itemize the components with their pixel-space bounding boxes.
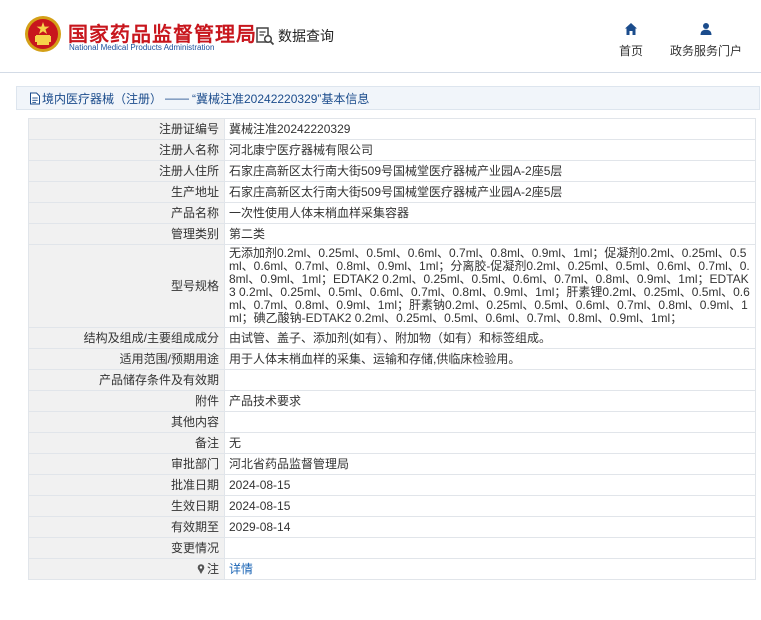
row-value: 2029-08-14 (224, 516, 756, 538)
row-label: 其他内容 (28, 411, 225, 433)
table-row: 型号规格 无添加剂0.2ml、0.25ml、0.5ml、0.6ml、0.7ml、… (28, 244, 756, 328)
breadcrumb: 境内医疗器械（注册） —— “冀械注准20242220329”基本信息 (16, 86, 760, 110)
row-label: 注 (206, 562, 219, 576)
note-label-cell: 注 (28, 558, 225, 580)
row-label: 生效日期 (28, 495, 225, 517)
brand-subtitle: National Medical Products Administration (69, 43, 215, 52)
table-row: 注 详情 (28, 558, 756, 580)
data-query-label: 数据查询 (278, 28, 334, 44)
row-label: 结构及组成/主要组成成分 (28, 327, 225, 349)
nav-service-portal-label: 政务服务门户 (669, 44, 742, 58)
row-label: 附件 (28, 390, 225, 412)
table-row: 生效日期 2024-08-15 (28, 495, 756, 517)
home-icon (625, 23, 637, 35)
row-label: 产品名称 (28, 202, 225, 224)
breadcrumb-current: “冀械注准20242220329”基本信息 (192, 91, 370, 106)
table-row: 其他内容 (28, 411, 756, 433)
row-label: 生产地址 (28, 181, 225, 203)
row-label: 备注 (28, 432, 225, 454)
row-value: 第二类 (224, 223, 756, 245)
row-label: 注册人名称 (28, 139, 225, 161)
row-label: 批准日期 (28, 474, 225, 496)
row-value (224, 411, 756, 433)
row-value: 河北省药品监督管理局 (224, 453, 756, 475)
nav-home-label: 首页 (618, 44, 643, 58)
table-row: 产品名称 一次性使用人体末梢血样采集容器 (28, 202, 756, 224)
header-divider (0, 72, 761, 73)
data-query-link[interactable]: 数据查询 (255, 26, 334, 46)
nav-service-portal[interactable]: 政务服务门户 (666, 22, 746, 59)
table-row: 生产地址 石家庄高新区太行南大街509号国械堂医疗器械产业园A-2座5层 (28, 181, 756, 203)
details-link[interactable]: 详情 (229, 562, 253, 576)
table-row: 注册人住所 石家庄高新区太行南大街509号国械堂医疗器械产业园A-2座5层 (28, 160, 756, 182)
row-value: 无 (224, 432, 756, 454)
info-marker-icon (197, 564, 205, 574)
row-value (224, 369, 756, 391)
row-value: 河北康宁医疗器械有限公司 (224, 139, 756, 161)
row-value: 一次性使用人体末梢血样采集容器 (224, 202, 756, 224)
table-row: 注册人名称 河北康宁医疗器械有限公司 (28, 139, 756, 161)
row-value: 详情 (224, 558, 756, 580)
row-value: 2024-08-15 (224, 495, 756, 517)
search-document-icon (256, 27, 275, 46)
national-emblem-icon (25, 16, 61, 52)
row-label: 管理类别 (28, 223, 225, 245)
table-row: 适用范围/预期用途 用于人体末梢血样的采集、运输和存储,供临床检验用。 (28, 348, 756, 370)
breadcrumb-separator: —— (165, 91, 190, 105)
row-label: 注册人住所 (28, 160, 225, 182)
row-value: 石家庄高新区太行南大街509号国械堂医疗器械产业园A-2座5层 (224, 160, 756, 182)
row-label: 有效期至 (28, 516, 225, 538)
row-value (224, 537, 756, 559)
site-header: 国家药品监督管理局 National Medical Products Admi… (0, 0, 761, 72)
row-label: 适用范围/预期用途 (28, 348, 225, 370)
row-value: 冀械注准20242220329 (224, 118, 756, 140)
row-label: 变更情况 (28, 537, 225, 559)
row-value: 由试管、盖子、添加剂(如有）、附加物（如有）和标签组成。 (224, 327, 756, 349)
registration-info-table: 注册证编号 冀械注准20242220329 注册人名称 河北康宁医疗器械有限公司… (28, 118, 756, 580)
table-row: 变更情况 (28, 537, 756, 559)
table-row: 附件 产品技术要求 (28, 390, 756, 412)
row-value: 无添加剂0.2ml、0.25ml、0.5ml、0.6ml、0.7ml、0.8ml… (224, 244, 756, 328)
row-label: 产品储存条件及有效期 (28, 369, 225, 391)
row-value: 产品技术要求 (224, 390, 756, 412)
document-icon (30, 92, 40, 104)
table-row: 结构及组成/主要组成成分 由试管、盖子、添加剂(如有）、附加物（如有）和标签组成… (28, 327, 756, 349)
row-label: 注册证编号 (28, 118, 225, 140)
table-row: 审批部门 河北省药品监督管理局 (28, 453, 756, 475)
table-row: 管理类别 第二类 (28, 223, 756, 245)
table-row: 产品储存条件及有效期 (28, 369, 756, 391)
user-icon (700, 23, 712, 35)
table-row: 批准日期 2024-08-15 (28, 474, 756, 496)
table-row: 有效期至 2029-08-14 (28, 516, 756, 538)
table-row: 备注 无 (28, 432, 756, 454)
table-row: 注册证编号 冀械注准20242220329 (28, 118, 756, 140)
row-value: 2024-08-15 (224, 474, 756, 496)
row-value: 石家庄高新区太行南大街509号国械堂医疗器械产业园A-2座5层 (224, 181, 756, 203)
nav-home[interactable]: 首页 (612, 22, 650, 59)
row-label: 型号规格 (28, 244, 225, 328)
breadcrumb-section[interactable]: 境内医疗器械（注册） (42, 90, 162, 107)
row-label: 审批部门 (28, 453, 225, 475)
row-value: 用于人体末梢血样的采集、运输和存储,供临床检验用。 (224, 348, 756, 370)
